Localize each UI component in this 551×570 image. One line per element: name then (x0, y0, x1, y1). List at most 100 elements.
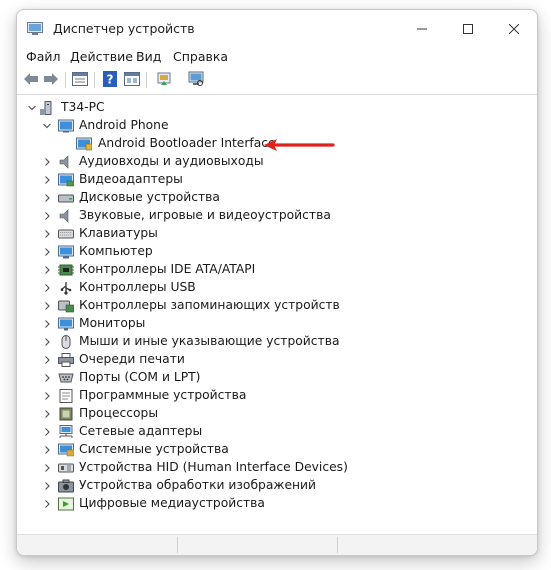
keyboard-icon (58, 229, 74, 239)
device-manager-window: Диспетчер устройств Файл Действие Вид Сп… (16, 9, 538, 556)
update-driver-icon (157, 72, 171, 85)
chevron-right-icon (45, 338, 50, 346)
speaker-icon (59, 155, 69, 169)
maximize-icon (463, 24, 473, 34)
chevron-right-icon (45, 176, 50, 184)
menu-help[interactable]: Справка (173, 49, 228, 64)
chevron-right-icon (45, 482, 50, 490)
category-label: Процессоры (79, 406, 159, 420)
chevron-right-icon (45, 500, 50, 508)
device-tree: T34-PC Android Phone Android Bootloader … (17, 94, 537, 535)
chevron-right-icon (45, 266, 50, 274)
category-label: Мониторы (79, 316, 146, 330)
chevron-right-icon (45, 230, 50, 238)
chevron-down-icon (28, 105, 36, 111)
computer-icon (40, 101, 52, 115)
scan-hardware-button[interactable] (187, 70, 205, 88)
category-label: Устройства HID (Human Interface Devices) (79, 460, 348, 474)
device-manager-icon (27, 22, 43, 35)
annotation-arrow-icon (264, 139, 335, 151)
android-device-icon (76, 137, 92, 151)
category-label: Устройства обработки изображений (79, 478, 317, 492)
chevron-down-icon (43, 123, 51, 129)
category-label: Android Phone (79, 118, 169, 132)
sound-device-icon (59, 209, 69, 223)
scan-hardware-icon (188, 71, 204, 86)
category-label: Дисковые устройства (79, 190, 220, 204)
toolbar: ? (17, 68, 537, 92)
category-label: Контроллеры IDE ATA/ATAPI (79, 262, 256, 276)
usb-icon (60, 282, 72, 295)
category-label: Системные устройства (79, 442, 229, 456)
system-device-icon (58, 443, 74, 457)
view-icon (124, 72, 140, 86)
menu-view[interactable]: Вид (136, 49, 161, 64)
category-label: Клавиатуры (79, 226, 158, 240)
category-label: Видеоадаптеры (79, 172, 183, 186)
category-label: Мыши и иные указывающие устройства (79, 334, 340, 348)
category-label: Звуковые, игровые и видеоустройства (79, 208, 331, 222)
minimize-icon (417, 28, 427, 30)
mouse-icon (61, 335, 71, 349)
chevron-right-icon (45, 464, 50, 472)
category-label: Контроллеры USB (79, 280, 196, 294)
chevron-right-icon (45, 158, 50, 166)
port-icon (58, 373, 74, 383)
help-icon: ? (103, 71, 117, 87)
back-icon (24, 73, 38, 85)
svg-text:?: ? (107, 73, 114, 87)
network-adapter-icon (59, 425, 73, 438)
device-label: Android Bootloader Interface (98, 136, 276, 150)
chevron-right-icon (45, 212, 50, 220)
media-device-icon (58, 497, 74, 511)
category-label: Программные устройства (79, 388, 247, 402)
toolbar-separator (94, 72, 95, 88)
status-bar (17, 534, 537, 555)
hid-icon (58, 463, 74, 473)
update-driver-button[interactable] (155, 70, 173, 88)
category-label: Контроллеры запоминающих устройств (79, 298, 340, 312)
properties-icon (72, 72, 88, 86)
chevron-right-icon (45, 410, 50, 418)
close-icon (509, 24, 519, 34)
help-button[interactable]: ? (101, 70, 119, 88)
storage-controller-icon (58, 300, 74, 313)
chevron-right-icon (45, 320, 50, 328)
forward-button[interactable] (42, 70, 60, 88)
close-button[interactable] (491, 10, 537, 48)
menu-action[interactable]: Действие (70, 49, 133, 64)
tree-root-label: T34-PC (61, 100, 105, 114)
printer-icon (58, 353, 74, 367)
monitor-icon (58, 317, 74, 331)
category-label: Очереди печати (79, 352, 185, 366)
category-label: Порты (COM и LPT) (79, 370, 201, 384)
window-title: Диспетчер устройств (53, 21, 195, 36)
disk-drive-icon (58, 194, 74, 203)
chevron-right-icon (45, 356, 50, 364)
chevron-right-icon (45, 248, 50, 256)
toolbar-separator (65, 72, 66, 88)
chevron-right-icon (45, 392, 50, 400)
ide-controller-icon (58, 264, 74, 276)
menu-file[interactable]: Файл (26, 49, 61, 64)
view-button[interactable] (123, 70, 141, 88)
chevron-right-icon (45, 302, 50, 310)
category-label: Цифровые медиаустройства (79, 496, 265, 510)
chevron-right-icon (45, 428, 50, 436)
properties-button[interactable] (71, 70, 89, 88)
chevron-right-icon (45, 374, 50, 382)
title-bar[interactable]: Диспетчер устройств (17, 10, 537, 48)
software-device-icon (59, 389, 73, 403)
chevron-right-icon (45, 284, 50, 292)
computer-icon (58, 245, 74, 259)
android-phone-icon (58, 119, 74, 133)
display-adapter-icon (58, 173, 74, 187)
chevron-right-icon (45, 194, 50, 202)
status-divider (177, 537, 178, 553)
toolbar-separator (146, 72, 147, 88)
back-button[interactable] (22, 70, 40, 88)
menu-bar: Файл Действие Вид Справка (17, 48, 537, 68)
maximize-button[interactable] (445, 10, 491, 48)
minimize-button[interactable] (399, 10, 445, 48)
chevron-right-icon (45, 446, 50, 454)
